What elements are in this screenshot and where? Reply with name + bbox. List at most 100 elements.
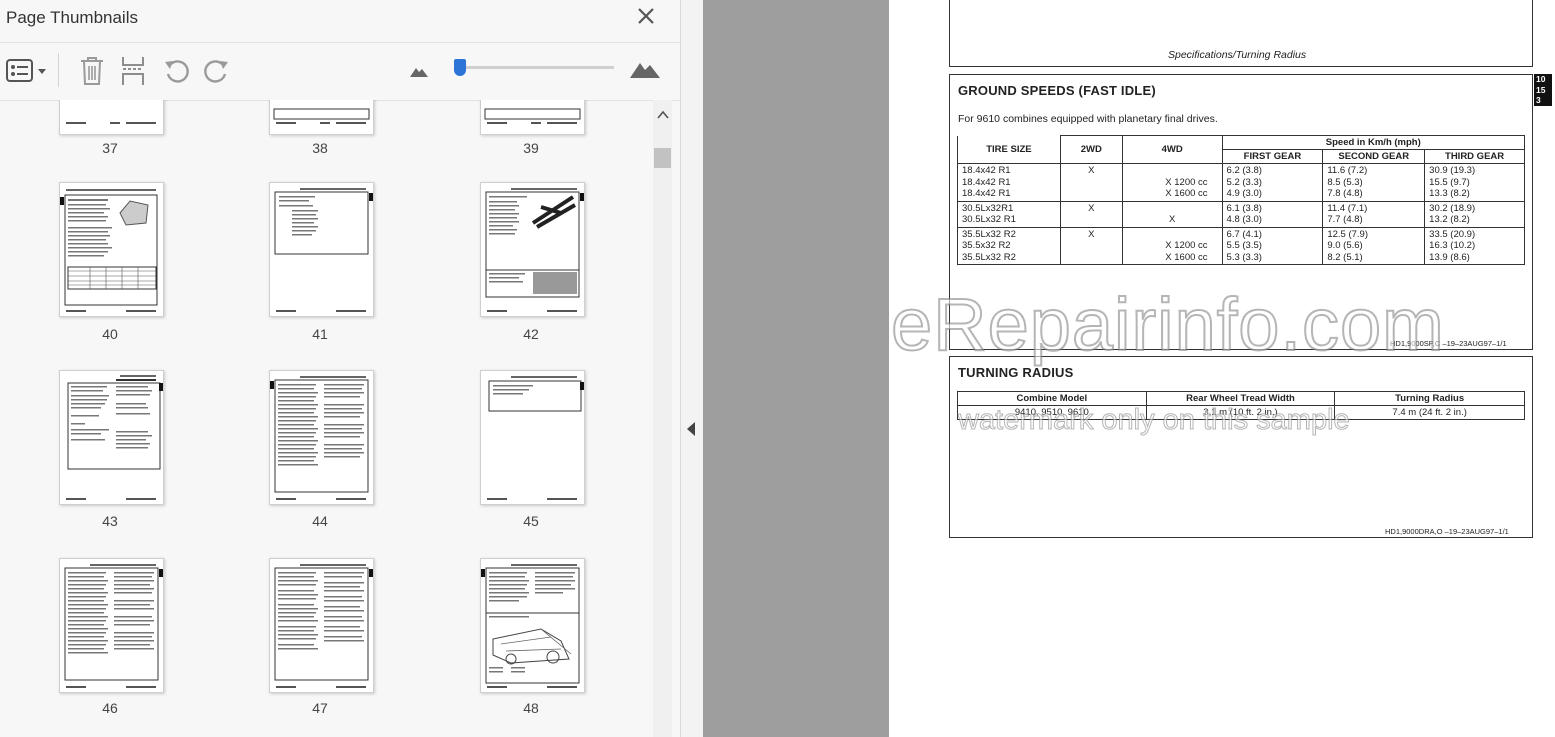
cell: 9.0 (5.6) bbox=[1327, 240, 1363, 251]
thumbnail-label: 48 bbox=[523, 700, 539, 716]
cell: 18.4x42 R1 bbox=[962, 176, 1011, 188]
cell: 35.5x32 R2 bbox=[962, 240, 1011, 251]
cell: X bbox=[1088, 165, 1095, 176]
toolbar-divider bbox=[58, 53, 59, 87]
page-thumbnail-48[interactable] bbox=[480, 558, 585, 693]
turning-radius-box bbox=[949, 356, 1533, 538]
col-second-gear: SECOND GEAR bbox=[1322, 149, 1426, 164]
rotate-counterclockwise-button[interactable] bbox=[162, 55, 190, 87]
page-thumbnail-43[interactable] bbox=[59, 370, 164, 505]
thumbnail-label: 41 bbox=[312, 326, 328, 342]
chevron-up-icon bbox=[657, 110, 669, 119]
page-thumbnail-37[interactable] bbox=[59, 100, 164, 135]
section-tab: 10 15 3 bbox=[1534, 74, 1552, 106]
thumbnails-scrollbar[interactable] bbox=[653, 100, 672, 737]
document-background bbox=[703, 0, 889, 737]
panel-header: Page Thumbnails bbox=[0, 0, 680, 42]
col-4wd: 4WD bbox=[1121, 135, 1223, 164]
page-thumbnail-42[interactable] bbox=[480, 182, 585, 317]
thumbnail-label: 43 bbox=[102, 513, 118, 529]
watermark-text: eRepairinfo.com bbox=[890, 282, 1445, 367]
page-thumbnail-40[interactable] bbox=[59, 182, 164, 317]
small-mountain-icon bbox=[410, 68, 428, 77]
thumbnail-label: 45 bbox=[523, 513, 539, 529]
turning-radius-title: TURNING RADIUS bbox=[958, 365, 1074, 380]
cell: X 1200 cc bbox=[1165, 176, 1208, 188]
section-tab-line: 15 bbox=[1536, 84, 1546, 95]
options-menu-button[interactable] bbox=[6, 55, 48, 87]
ground-speeds-intro: For 9610 combines equipped with planetar… bbox=[958, 113, 1218, 125]
cell: X 1600 cc bbox=[1165, 188, 1208, 199]
cell: 30.5Lx32R1 bbox=[962, 202, 1014, 214]
cell: 4.9 (3.0) bbox=[1226, 188, 1262, 199]
rotate-clockwise-button[interactable] bbox=[203, 55, 231, 87]
panel-title: Page Thumbnails bbox=[6, 8, 138, 27]
thumbnail-label: 44 bbox=[312, 513, 328, 529]
larger-thumbnails-button[interactable] bbox=[628, 57, 662, 89]
col-tire-size: TIRE SIZE bbox=[957, 135, 1061, 164]
thumbnail-label: 42 bbox=[523, 326, 539, 342]
rotate-left-icon bbox=[165, 60, 189, 83]
col-third-gear: THIRD GEAR bbox=[1424, 149, 1525, 164]
large-mountain-icon bbox=[630, 63, 660, 78]
page-thumbnail-44[interactable] bbox=[269, 370, 374, 505]
table-row: 18.4x42 R1 18.4x42 R1 18.4x42 R1 X X 1200 … bbox=[957, 163, 1525, 202]
cell: X 1200 cc bbox=[1165, 240, 1208, 251]
page-thumbnail-38[interactable] bbox=[269, 100, 374, 135]
thumbnail-label: 38 bbox=[312, 140, 328, 156]
cell: 18.4x42 R1 bbox=[962, 165, 1011, 176]
cell: 15.5 (9.7) bbox=[1429, 176, 1470, 188]
cell: 6.7 (4.1) bbox=[1226, 228, 1262, 240]
header-caption: Specifications/Turning Radius bbox=[1168, 49, 1307, 61]
thumbnail-size-slider-track[interactable] bbox=[460, 66, 614, 69]
watermark-subtext: watermark only on this sample bbox=[958, 404, 1351, 437]
scrollbar-thumb[interactable] bbox=[654, 148, 671, 168]
col-turning-radius: Turning Radius bbox=[1334, 391, 1525, 406]
thumbnail-size-slider-handle[interactable] bbox=[454, 59, 466, 76]
cell: 30.5Lx32 R1 bbox=[962, 214, 1016, 225]
ground-speeds-title: GROUND SPEEDS (FAST IDLE) bbox=[958, 83, 1156, 98]
ground-speeds-table: TIRE SIZE 2WD 4WD Speed in Km/h (mph) FI… bbox=[957, 135, 1526, 265]
col-first-gear: FIRST GEAR bbox=[1221, 149, 1324, 164]
cell: 13.2 (8.2) bbox=[1429, 214, 1470, 225]
thumbnail-label: 40 bbox=[102, 326, 118, 342]
cell: 5.3 (3.3) bbox=[1226, 251, 1262, 263]
col-speed-group: Speed in Km/h (mph) bbox=[1221, 135, 1526, 150]
scroll-up-button[interactable] bbox=[655, 108, 671, 122]
page-thumbnail-47[interactable] bbox=[269, 558, 374, 693]
page-thumbnail-39[interactable] bbox=[480, 100, 585, 135]
cell: 35.5Lx32 R2 bbox=[962, 251, 1016, 263]
cell: 16.3 (10.2) bbox=[1429, 240, 1476, 251]
collapse-panel-button[interactable] bbox=[684, 420, 698, 438]
cell: X 1600 cc bbox=[1165, 251, 1208, 263]
close-icon bbox=[638, 8, 654, 24]
cell: 7.4 m (24 ft. 2 in.) bbox=[1334, 405, 1525, 420]
cell: 30.2 (18.9) bbox=[1429, 202, 1476, 214]
cell: 5.2 (3.3) bbox=[1226, 176, 1262, 188]
page-thumbnail-41[interactable] bbox=[269, 182, 374, 317]
list-options-icon bbox=[6, 59, 46, 82]
col-2wd: 2WD bbox=[1059, 135, 1123, 164]
cell: 7.8 (4.8) bbox=[1327, 188, 1363, 199]
trash-icon bbox=[81, 57, 103, 85]
panel-splitter[interactable] bbox=[681, 0, 703, 737]
cell: 11.6 (7.2) bbox=[1327, 165, 1368, 176]
thumbnail-label: 46 bbox=[102, 700, 118, 716]
cell: X bbox=[1168, 214, 1176, 225]
page-thumbnail-45[interactable] bbox=[480, 370, 585, 505]
page-thumbnail-46[interactable] bbox=[59, 558, 164, 693]
thumbnail-grid: 37 38 39 40 41 42 43 44 45 46 47 48 bbox=[0, 100, 652, 737]
close-panel-button[interactable] bbox=[634, 4, 658, 28]
thumbnails-toolbar bbox=[0, 42, 680, 101]
delete-pages-button[interactable] bbox=[78, 55, 106, 87]
table-row: 35.5Lx32 R2 35.5x32 R2 35.5Lx32 R2 X X 120… bbox=[957, 226, 1525, 265]
table-row: 30.5Lx32R1 30.5Lx32 R1 X X 6.1 (3.8) 4.8 (… bbox=[957, 200, 1525, 228]
section-tab-line: 10 bbox=[1536, 74, 1546, 84]
section-tab-line: 3 bbox=[1536, 95, 1541, 105]
cell: 13.3 (8.2) bbox=[1429, 188, 1470, 199]
insert-page-button[interactable] bbox=[119, 55, 147, 87]
cell: X bbox=[1088, 202, 1095, 214]
cell: 12.5 (7.9) bbox=[1327, 228, 1368, 240]
smaller-thumbnails-button[interactable] bbox=[408, 63, 430, 95]
rotate-right-icon bbox=[204, 60, 228, 83]
